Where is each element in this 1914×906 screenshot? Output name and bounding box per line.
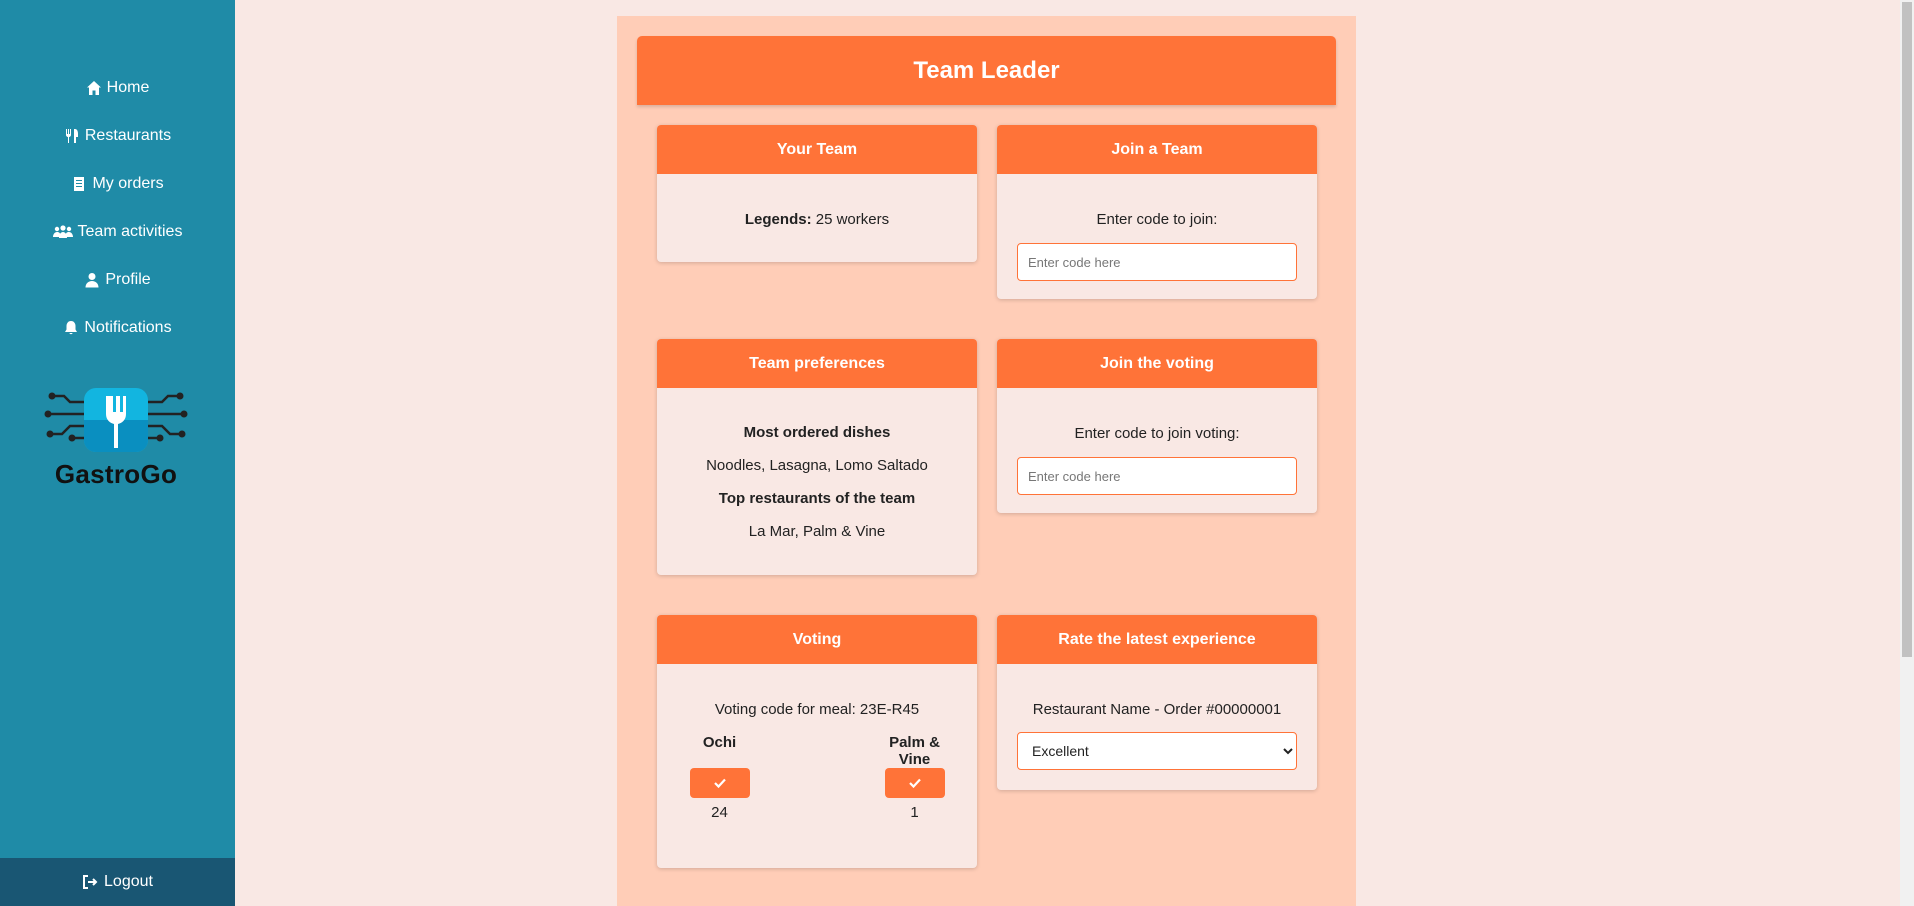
card-title: Join a Team <box>997 125 1317 174</box>
card-body: Enter code to join: <box>997 174 1317 281</box>
join-team-prompt: Enter code to join: <box>1096 211 1218 228</box>
page-title: Team Leader <box>637 36 1336 105</box>
sidebar-nav: Home Restaurants My orders Team activiti… <box>0 64 235 352</box>
sidebar-item-label: Home <box>106 79 150 96</box>
sidebar-item-notifications[interactable]: Notifications <box>0 304 235 352</box>
card-body: Legends: 25 workers <box>657 174 977 228</box>
vote-option-name: Palm & Vine <box>889 734 940 768</box>
scrollbar-thumb[interactable] <box>1902 2 1912 657</box>
join-voting-card: Join the voting Enter code to join votin… <box>997 339 1317 513</box>
card-body: Enter code to join voting: <box>997 388 1317 495</box>
vote-option: Palm & Vine 1 <box>872 734 957 821</box>
logo-text: GastroGo <box>54 459 178 489</box>
sidebar-item-team-activities[interactable]: Team activities <box>0 208 235 256</box>
card-title: Team preferences <box>657 339 977 388</box>
logout-label: Logout <box>104 873 153 890</box>
card-body: Voting code for meal: 23E-R45 Ochi 24 Pa… <box>657 664 977 821</box>
restaurants-list: La Mar, Palm & Vine <box>748 523 886 540</box>
home-icon <box>86 81 101 95</box>
vote-options: Ochi 24 Palm & Vine 1 <box>657 734 977 821</box>
team-workers: 25 workers <box>811 211 890 228</box>
card-title: Join the voting <box>997 339 1317 388</box>
main-panel: Team Leader Your Team Legends: 25 worker… <box>617 16 1356 906</box>
card-body: Restaurant Name - Order #00000001 Excell… <box>997 664 1317 770</box>
team-preferences-card: Team preferences Most ordered dishes Noo… <box>657 339 977 575</box>
sidebar-item-label: Team activities <box>77 223 183 240</box>
vote-count: 24 <box>711 804 728 821</box>
check-icon <box>713 778 726 789</box>
vote-button[interactable] <box>689 768 750 798</box>
card-title: Voting <box>657 615 977 664</box>
logout-button[interactable]: Logout <box>0 858 235 906</box>
join-team-card: Join a Team Enter code to join: <box>997 125 1317 299</box>
voting-code-text: Voting code for meal: 23E-R45 <box>714 701 920 718</box>
card-title: Rate the latest experience <box>997 615 1317 664</box>
receipt-icon <box>74 177 85 191</box>
check-icon <box>908 778 921 789</box>
sidebar-item-restaurants[interactable]: Restaurants <box>0 112 235 160</box>
voting-code-input[interactable] <box>1017 457 1297 495</box>
team-code-input[interactable] <box>1017 243 1297 281</box>
sidebar-item-home[interactable]: Home <box>0 64 235 112</box>
sidebar-item-label: My orders <box>92 175 164 192</box>
your-team-card: Your Team Legends: 25 workers <box>657 125 977 262</box>
rate-experience-card: Rate the latest experience Restaurant Na… <box>997 615 1317 790</box>
join-voting-prompt: Enter code to join voting: <box>1074 425 1240 442</box>
sidebar-item-label: Notifications <box>84 319 172 336</box>
page-scrollbar[interactable] <box>1900 0 1914 906</box>
bell-icon <box>65 321 78 335</box>
vote-count: 1 <box>910 804 919 821</box>
sidebar-item-label: Restaurants <box>84 127 172 144</box>
dishes-list: Noodles, Lasagna, Lomo Saltado <box>706 457 928 474</box>
order-text: Restaurant Name - Order #00000001 <box>1032 701 1282 718</box>
voting-card: Voting Voting code for meal: 23E-R45 Och… <box>657 615 977 868</box>
sidebar-item-my-orders[interactable]: My orders <box>0 160 235 208</box>
user-icon <box>85 273 99 288</box>
dishes-heading: Most ordered dishes <box>743 424 891 441</box>
utensils-icon <box>65 129 78 143</box>
vote-option-name: Ochi <box>702 734 737 751</box>
card-body: Most ordered dishes Noodles, Lasagna, Lo… <box>657 388 977 540</box>
team-name: Legends: <box>744 211 812 228</box>
gastrogo-logo: GastroGo <box>40 388 192 490</box>
fork-circuit-icon <box>44 388 188 452</box>
rating-select[interactable]: Excellent <box>1017 732 1297 770</box>
sidebar-item-profile[interactable]: Profile <box>0 256 235 304</box>
restaurants-heading: Top restaurants of the team <box>718 490 916 507</box>
card-title: Your Team <box>657 125 977 174</box>
vote-option: Ochi 24 <box>677 734 762 821</box>
people-icon <box>52 225 73 238</box>
vote-button[interactable] <box>884 768 945 798</box>
sidebar-item-label: Profile <box>105 271 151 288</box>
sidebar: Home Restaurants My orders Team activiti… <box>0 0 235 906</box>
logout-icon <box>83 875 98 889</box>
